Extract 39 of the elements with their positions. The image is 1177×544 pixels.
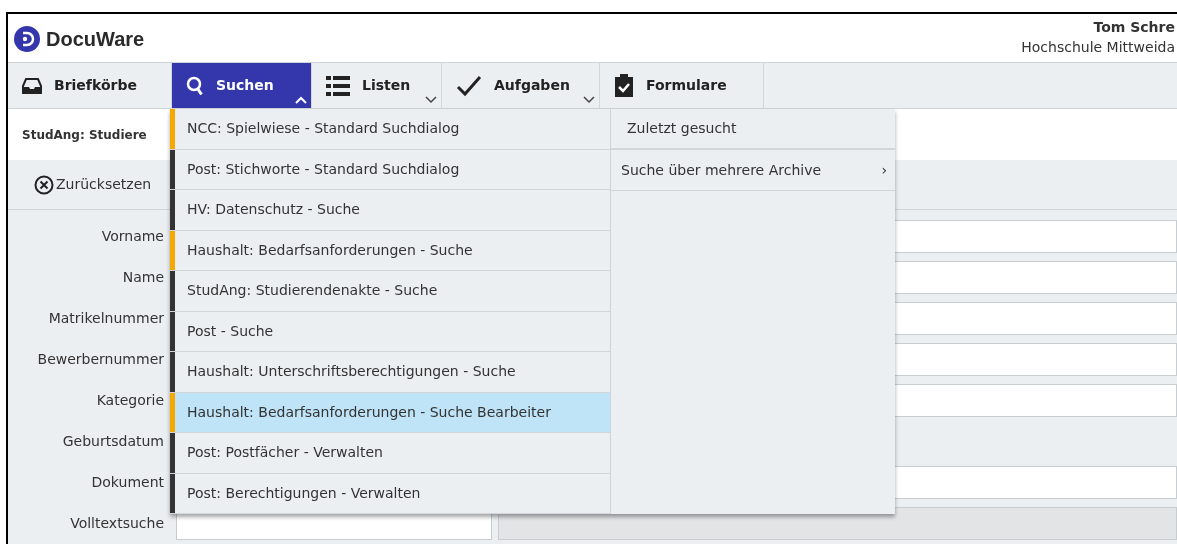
search-menu-item[interactable]: Haushalt: Bedarfsanforderungen - Suche Bearbeiter bbox=[170, 392, 610, 433]
search-menu-item[interactable]: Post: Stichworte - Standard Suchdialog bbox=[170, 149, 610, 190]
list-icon bbox=[326, 74, 350, 97]
menu-item-label: Suche über mehrere Archive bbox=[621, 160, 822, 180]
checkmark-icon bbox=[456, 74, 482, 97]
clipboard-check-icon bbox=[614, 73, 634, 98]
search-menu-item[interactable]: Haushalt: Unterschriftsberechtigungen - Suche bbox=[170, 352, 610, 393]
app-name: DocuWare bbox=[46, 27, 145, 52]
nav-tab[interactable]: Formulare bbox=[600, 63, 764, 108]
nav-tab[interactable]: Suchen bbox=[172, 63, 312, 108]
submenu-arrow: › bbox=[881, 160, 887, 180]
field-label: Kategorie bbox=[95, 391, 164, 410]
field-label: Dokument bbox=[90, 473, 164, 492]
reset-button[interactable]: Zurücksetzen bbox=[34, 174, 152, 195]
close-circle-icon bbox=[34, 174, 54, 195]
field-label: Matrikelnummer bbox=[47, 309, 164, 328]
field-label: Bewerbernummer bbox=[36, 350, 164, 369]
search-menu-item[interactable]: StudAng: Studierendenakte - Suche bbox=[170, 271, 610, 312]
logo-icon bbox=[14, 26, 40, 52]
organization-name: Hochschule Mittweida bbox=[1021, 38, 1175, 57]
user-name: Tom Schre bbox=[1093, 18, 1175, 37]
menu-item[interactable]: Zuletzt gesucht bbox=[611, 109, 895, 150]
search-menu-item[interactable]: NCC: Spielwiese - Standard Suchdialog bbox=[170, 109, 610, 150]
inbox-tray-icon bbox=[22, 77, 42, 94]
nav-tab[interactable]: Aufgaben bbox=[442, 63, 600, 108]
search-menu-item[interactable]: Post - Suche bbox=[170, 311, 610, 352]
search-menu-item[interactable]: Haushalt: Bedarfsanforderungen - Suche bbox=[170, 230, 610, 271]
nav-tab[interactable]: Listen bbox=[312, 63, 442, 108]
menu-item[interactable]: Suche über mehrere Archive › bbox=[611, 150, 895, 191]
search-menu-item[interactable]: HV: Datenschutz - Suche bbox=[170, 190, 610, 231]
search-icon bbox=[186, 75, 204, 96]
field-label: Volltextsuche bbox=[69, 514, 164, 533]
field-label: Vorname bbox=[100, 227, 164, 246]
field-label: Geburtsdatum bbox=[61, 432, 164, 451]
search-menu-item[interactable]: Post: Berechtigungen - Verwalten bbox=[170, 473, 610, 514]
search-menu-item[interactable]: Post: Postfächer - Verwalten bbox=[170, 433, 610, 474]
menu-item-label: Zuletzt gesucht bbox=[627, 119, 737, 138]
field-label: Name bbox=[121, 268, 164, 287]
document-tab[interactable]: StudAng: Studiere bbox=[22, 125, 147, 144]
